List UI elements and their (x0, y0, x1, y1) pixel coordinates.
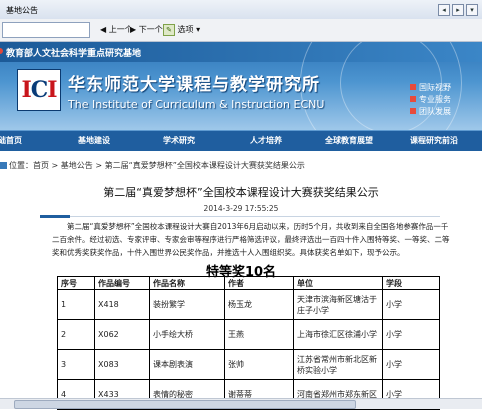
bullet-icon (410, 108, 416, 114)
find-options-label: 选项 (177, 25, 194, 34)
browser-tab-bar: 基地公告 ◂ ▸ ▾ (0, 0, 482, 20)
quick-links: 国际视野 专业服务 团队发展 (410, 82, 451, 118)
divider (40, 216, 440, 217)
cell-code: X062 (94, 319, 150, 350)
logo-letter: C (30, 77, 48, 103)
table-row: 3 X083 课本剧表演 张帅 江苏省常州市新北区新桥实验小学 小学 (57, 349, 440, 380)
table-row: 1 X418 装扮繁学 杨玉龙 天津市滨海新区塘沽于庄子小学 小学 (57, 289, 440, 320)
nav-home[interactable]: 础首页 (0, 135, 22, 146)
breadcrumb-section[interactable]: 基地公告 (61, 161, 93, 170)
breadcrumb-home[interactable]: 首页 (33, 161, 49, 170)
cell-author: 张帅 (224, 349, 294, 380)
quick-link-team[interactable]: 团队发展 (410, 106, 451, 118)
logo-letter: I (47, 77, 57, 103)
cell-stage: 小学 (382, 319, 440, 350)
divider-accent (40, 215, 70, 218)
find-next-icon: ▶ (130, 25, 137, 34)
quick-link-service[interactable]: 专业服务 (410, 94, 451, 106)
nav-research[interactable]: 学术研究 (163, 135, 195, 146)
red-dot-icon (0, 48, 3, 54)
cell-code: X083 (94, 349, 150, 380)
bullet-icon (410, 84, 416, 90)
horizontal-scrollbar[interactable] (0, 398, 482, 409)
site-title-en: The Institute of Curriculum & Instructio… (68, 98, 325, 111)
bullet-icon (410, 96, 416, 102)
scroll-left-icon[interactable]: ◂ (438, 4, 450, 16)
article-date: 2014-3-29 17:55:25 (203, 204, 279, 213)
site-logo[interactable]: ICI (17, 69, 61, 111)
banner-tagline: 教育部人文社会科学重点研究基地 (6, 49, 142, 59)
cell-author: 王燕 (224, 319, 294, 350)
cell-author: 杨玉龙 (224, 289, 294, 320)
cell-unit: 上海市徐汇区徐浦小学 (293, 319, 383, 350)
nav-curriculum-frontier[interactable]: 课程研究前沿 (410, 135, 458, 146)
site-title-cn: 华东师范大学课程与教学研究所 (68, 75, 320, 95)
scroll-right-icon[interactable]: ▸ (452, 4, 464, 16)
cell-no: 3 (57, 349, 95, 380)
col-header-stage: 学段 (382, 276, 440, 290)
main-nav: 础首页 基地建设 学术研究 人才培养 全球教育展望 课程研究前沿 (0, 130, 482, 151)
nav-base-building[interactable]: 基地建设 (78, 135, 110, 146)
cell-no: 1 (57, 289, 95, 320)
find-input[interactable] (2, 22, 90, 38)
tab-announcement[interactable]: 基地公告 (0, 2, 44, 19)
cell-no: 2 (57, 319, 95, 350)
table-header-row: 序号 作品编号 作品名称 作者 单位 学段 (57, 276, 440, 290)
col-header-code: 作品编号 (94, 276, 150, 290)
site-banner: 教育部人文社会科学重点研究基地 ICI 华东师范大学课程与教学研究所 The I… (0, 42, 482, 130)
logo-letter: I (21, 77, 31, 103)
find-prev-button[interactable]: ◀ 上一个 (100, 23, 133, 37)
breadcrumb-sep: > (92, 161, 105, 170)
col-header-no: 序号 (57, 276, 95, 290)
find-next-button[interactable]: ▶ 下一个 (130, 23, 163, 37)
tab-list-icon[interactable]: ▾ (466, 4, 478, 16)
cell-stage: 小学 (382, 289, 440, 320)
pencil-icon: ✎ (163, 24, 175, 36)
cell-code: X418 (94, 289, 150, 320)
cell-title: 小手绘大桥 (149, 319, 225, 350)
col-header-title: 作品名称 (149, 276, 225, 290)
breadcrumb-current: 第二届“真爱梦想杯”全国校本课程设计大赛获奖结果公示 (104, 161, 305, 170)
find-next-label: 下一个 (138, 25, 163, 34)
article-body-text: 第二届“真爱梦想杯”全国校本课程设计大赛自2013年6月启动以来，历时5个月，共… (52, 222, 450, 257)
find-options-button[interactable]: ✎ 选项 ▾ (163, 23, 200, 37)
find-prev-icon: ◀ (100, 25, 107, 34)
table-row: 2 X062 小手绘大桥 王燕 上海市徐汇区徐浦小学 小学 (57, 319, 440, 350)
quick-link-global[interactable]: 国际视野 (410, 82, 451, 94)
cell-title: 课本剧表演 (149, 349, 225, 380)
cell-stage: 小学 (382, 349, 440, 380)
col-header-author: 作者 (224, 276, 294, 290)
home-icon (0, 162, 7, 169)
article-body: 第二届“真爱梦想杯”全国校本课程设计大赛自2013年6月启动以来，历时5个月，共… (52, 220, 452, 259)
cell-title: 装扮繁学 (149, 289, 225, 320)
breadcrumb-sep: > (49, 161, 61, 170)
quick-link-label: 团队发展 (419, 107, 451, 116)
find-options-arrow: ▾ (196, 25, 201, 34)
tab-controls: ◂ ▸ ▾ (436, 4, 478, 16)
nav-global-outlook[interactable]: 全球教育展望 (325, 135, 373, 146)
quick-link-label: 国际视野 (419, 83, 451, 92)
find-bar: ◀ 上一个 ▶ 下一个 ✎ 选项 ▾ (0, 19, 482, 42)
nav-talent[interactable]: 人才培养 (250, 135, 282, 146)
quick-link-label: 专业服务 (419, 95, 451, 104)
article-title: 第二届“真爱梦想杯”全国校本课程设计大赛获奖结果公示 (103, 186, 379, 199)
breadcrumb: 位置：首页 > 基地公告 > 第二届“真爱梦想杯”全国校本课程设计大赛获奖结果公… (0, 160, 482, 171)
awards-table: 序号 作品编号 作品名称 作者 单位 学段 1 X418 装扮繁学 杨玉龙 天津… (57, 276, 440, 410)
breadcrumb-prefix: 位置： (9, 161, 33, 170)
cell-unit: 江苏省常州市新北区新桥实验小学 (293, 349, 383, 380)
col-header-unit: 单位 (293, 276, 383, 290)
cell-unit: 天津市滨海新区塘沽于庄子小学 (293, 289, 383, 320)
